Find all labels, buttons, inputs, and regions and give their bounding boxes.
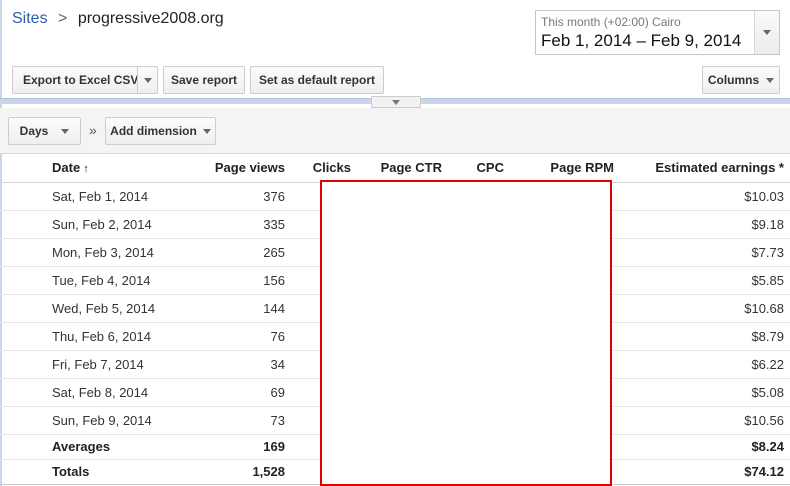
- row-page-views: 156: [200, 266, 291, 295]
- chevron-down-icon: [61, 128, 70, 134]
- chevron-down-icon: [763, 30, 771, 35]
- column-header-clicks[interactable]: Clicks: [291, 154, 357, 183]
- row-date: Fri, Feb 7, 2014: [0, 350, 200, 379]
- add-dimension-button[interactable]: Add dimension: [105, 117, 216, 145]
- row-date: Mon, Feb 3, 2014: [0, 238, 200, 267]
- save-report-button[interactable]: Save report: [163, 66, 245, 94]
- row-earnings: $10.68: [620, 294, 790, 323]
- chevron-down-icon: [766, 77, 775, 83]
- row-page-views: 335: [200, 210, 291, 239]
- totals-label: Totals: [0, 459, 200, 485]
- set-default-report-button[interactable]: Set as default report: [250, 66, 384, 94]
- row-earnings: $8.79: [620, 322, 790, 351]
- row-date: Sun, Feb 2, 2014: [0, 210, 200, 239]
- breadcrumb: Sites > progressive2008.org: [12, 10, 224, 28]
- date-range-picker[interactable]: This month (+02:00) Cairo Feb 1, 2014 – …: [535, 10, 780, 55]
- collapse-toggle[interactable]: [371, 96, 421, 108]
- row-page-views: 69: [200, 378, 291, 407]
- row-earnings: $5.08: [620, 378, 790, 407]
- date-range-value: Feb 1, 2014 – Feb 9, 2014: [541, 31, 742, 50]
- set-default-label: Set as default report: [258, 73, 376, 87]
- column-header-page-ctr[interactable]: Page CTR: [357, 154, 448, 183]
- averages-label: Averages: [0, 434, 200, 460]
- row-page-views: 376: [200, 182, 291, 211]
- columns-button[interactable]: Columns: [702, 66, 780, 94]
- averages-earnings: $8.24: [620, 434, 790, 460]
- save-report-label: Save report: [170, 73, 238, 87]
- export-csv-button[interactable]: Export to Excel CSV: [12, 66, 158, 94]
- days-dropdown[interactable]: Days: [8, 117, 81, 145]
- totals-page-views: 1,528: [200, 459, 291, 485]
- row-date: Thu, Feb 6, 2014: [0, 322, 200, 351]
- row-page-views: 265: [200, 238, 291, 267]
- column-header-estimated-earnings[interactable]: Estimated earnings *: [620, 154, 790, 183]
- row-date: Wed, Feb 5, 2014: [0, 294, 200, 323]
- redaction-box: [320, 180, 612, 486]
- chevron-down-icon: [392, 99, 400, 105]
- row-earnings: $10.03: [620, 182, 790, 211]
- column-header-date-label: Date: [52, 160, 81, 176]
- add-dimension-label: Add dimension: [110, 124, 197, 138]
- row-earnings: $10.56: [620, 406, 790, 435]
- chevron-down-icon: [202, 128, 211, 134]
- column-header-page-views[interactable]: Page views: [200, 154, 291, 183]
- breadcrumb-sites-link[interactable]: Sites: [12, 10, 48, 27]
- breadcrumb-separator: >: [58, 10, 68, 27]
- row-earnings: $7.73: [620, 238, 790, 267]
- row-page-views: 73: [200, 406, 291, 435]
- days-label: Days: [19, 124, 49, 138]
- row-date: Sun, Feb 9, 2014: [0, 406, 200, 435]
- row-earnings: $6.22: [620, 350, 790, 379]
- totals-earnings: $74.12: [620, 459, 790, 485]
- row-date: Tue, Feb 4, 2014: [0, 266, 200, 295]
- columns-label: Columns: [707, 73, 760, 87]
- column-header-cpc[interactable]: CPC: [448, 154, 510, 183]
- export-dropdown-button[interactable]: [137, 67, 157, 93]
- chevron-down-icon: [143, 77, 152, 83]
- table-header-row: Date ↑ Page views Clicks Page CTR CPC Pag…: [0, 154, 790, 183]
- row-date: Sat, Feb 8, 2014: [0, 378, 200, 407]
- averages-page-views: 169: [200, 434, 291, 460]
- export-csv-label: Export to Excel CSV: [23, 73, 139, 87]
- breadcrumb-current: progressive2008.org: [77, 10, 224, 27]
- date-range-preset: This month (+02:00) Cairo: [541, 15, 681, 29]
- row-date: Sat, Feb 1, 2014: [0, 182, 200, 211]
- date-range-dropdown-button[interactable]: [754, 11, 779, 54]
- dimension-separator: »: [89, 122, 97, 138]
- report-page: Sites > progressive2008.org This month (…: [0, 0, 790, 486]
- column-header-date[interactable]: Date ↑: [0, 154, 200, 183]
- row-page-views: 144: [200, 294, 291, 323]
- sort-ascending-icon: ↑: [83, 163, 89, 176]
- column-header-page-rpm[interactable]: Page RPM: [510, 154, 620, 183]
- row-earnings: $5.85: [620, 266, 790, 295]
- row-page-views: 34: [200, 350, 291, 379]
- row-earnings: $9.18: [620, 210, 790, 239]
- row-page-views: 76: [200, 322, 291, 351]
